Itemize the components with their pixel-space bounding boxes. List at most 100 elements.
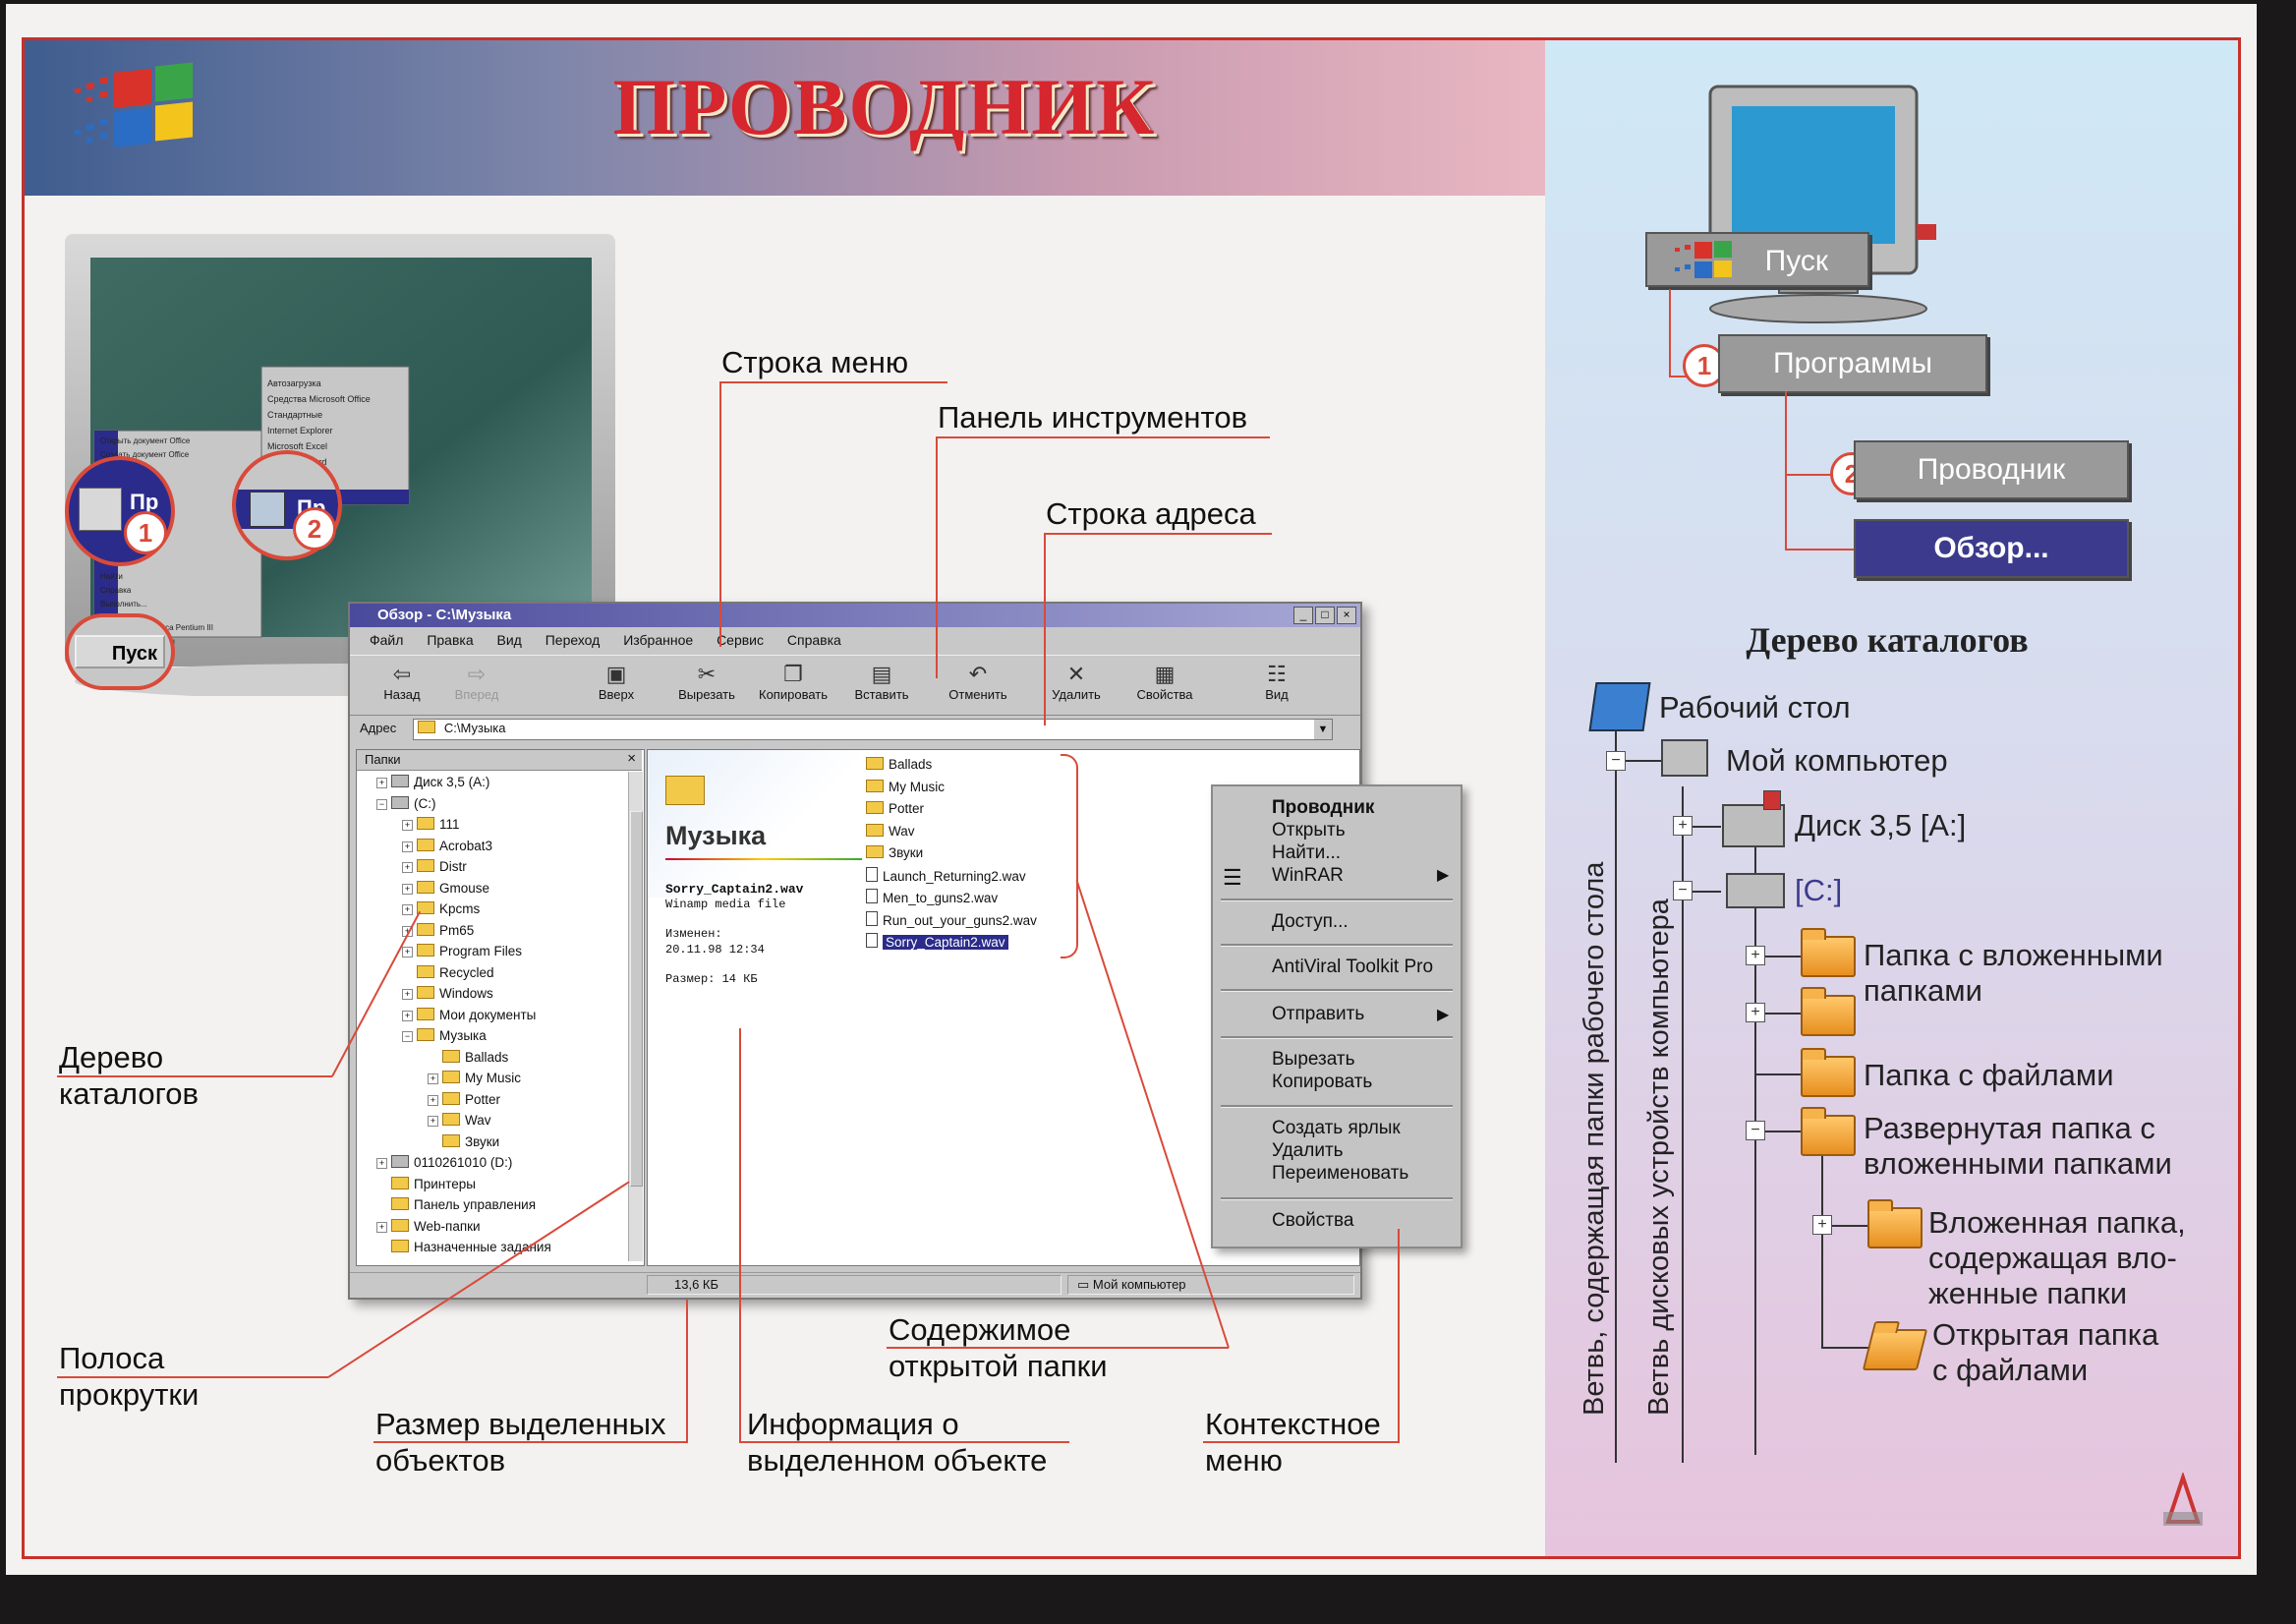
tree-item[interactable]: + Wav [428,1112,491,1130]
tree-item[interactable]: − (C:) [376,795,436,813]
address-label: Адрес [360,721,397,735]
collapse-icon[interactable]: − [1673,881,1693,900]
expand-icon[interactable]: + [402,862,413,873]
status-size: 13,6 КБ [674,1277,719,1292]
title-bar[interactable]: Обзор - C:\Музыка _ □ × [350,604,1360,627]
ctx-antiviral[interactable]: AntiViral Toolkit Pro [1272,956,1433,978]
address-dropdown-icon[interactable]: ▼ [1314,720,1332,739]
browse-menu-item[interactable]: Обзор... [1854,519,2129,578]
tree-item[interactable]: Панель управления [376,1196,536,1214]
expand-icon[interactable]: + [1746,1003,1765,1022]
expand-icon[interactable]: + [376,778,387,788]
ctx-delete[interactable]: Удалить [1272,1139,1344,1162]
collapse-icon[interactable]: − [376,798,387,810]
ctx-open[interactable]: Открыть [1272,819,1346,841]
tree-item[interactable]: + Windows [402,985,493,1003]
tree-nested-2: содержащая вло- [1928,1241,2177,1275]
file-list-item[interactable]: Wav [866,823,915,841]
tree-item[interactable]: Ballads [428,1049,508,1067]
tree-item[interactable]: + Distr [402,858,467,876]
tree-item[interactable]: Принтеры [376,1176,476,1193]
ctx-sharing[interactable]: Доступ... [1272,910,1349,933]
undo-button[interactable]: ↶ Отменить [940,662,1016,702]
menu-file[interactable]: Файл [370,627,403,653]
tree-item[interactable]: + My Music [428,1070,521,1087]
tree-item[interactable]: + Potter [428,1091,500,1109]
ctx-rename[interactable]: Переименовать [1272,1162,1408,1185]
tree-item[interactable]: − Музыка [402,1027,487,1045]
tree-scrollbar[interactable] [628,772,643,1261]
maximize-button[interactable]: □ [1315,607,1335,624]
scrollbar-thumb[interactable] [630,811,643,1187]
file-list-item[interactable]: Звуки [866,844,923,862]
tree-item[interactable]: + Gmouse [402,880,489,898]
ctx-explorer[interactable]: Проводник [1272,796,1374,819]
tree-item[interactable]: + Acrobat3 [402,838,492,855]
forward-button[interactable]: ⇨ Вперед [438,662,515,702]
expand-icon[interactable]: + [402,989,413,1000]
menu-favorites[interactable]: Избранное [623,627,693,653]
cut-button[interactable]: ✂ Вырезать [668,662,745,702]
file-list-item[interactable]: Sorry_Captain2.wav [866,933,1008,952]
menu-view[interactable]: Вид [497,627,522,653]
ctx-properties[interactable]: Свойства [1272,1209,1353,1232]
close-button[interactable]: × [1337,607,1356,624]
programs-menu-item[interactable]: Программы [1718,334,1987,393]
expand-icon[interactable]: + [402,841,413,852]
folder-icon [417,859,434,872]
file-list-item[interactable]: Ballads [866,756,932,774]
tree-item[interactable]: + Диск 3,5 (A:) [376,774,489,791]
ctx-winrar[interactable]: WinRAR [1272,864,1344,887]
expand-icon[interactable]: + [402,947,413,957]
delete-button[interactable]: ✕ Удалить [1038,662,1115,702]
file-list-item[interactable]: Launch_Returning2.wav [866,866,1026,886]
ctx-send-to[interactable]: Отправить [1272,1003,1364,1025]
file-list-item[interactable]: Run_out_your_guns2.wav [866,910,1037,930]
file-list-item[interactable]: Potter [866,800,924,818]
paste-button[interactable]: ▤ Вставить [843,662,920,702]
expand-icon[interactable]: + [1673,816,1693,836]
up-button[interactable]: ▣ Вверх [578,662,655,702]
tree-desktop: Рабочий стол [1659,690,1851,725]
folder-icon [1801,987,1856,1036]
expand-icon[interactable]: + [1746,946,1765,965]
view-button[interactable]: ☷ Вид [1238,662,1315,702]
tree-item[interactable]: Звуки [428,1133,499,1151]
ctx-copy[interactable]: Копировать [1272,1071,1372,1093]
back-button[interactable]: ⇦ Назад [364,662,440,702]
close-pane-icon[interactable]: × [627,750,636,767]
tree-item[interactable]: Recycled [402,964,494,982]
expand-icon[interactable]: + [428,1073,438,1084]
expand-icon[interactable]: + [402,1010,413,1021]
menu-help[interactable]: Справка [787,627,841,653]
minimize-button[interactable]: _ [1293,607,1313,624]
properties-button[interactable]: ▦ Свойства [1126,662,1203,702]
tree-item[interactable]: + Program Files [402,943,522,960]
tree-item[interactable]: + Kpcms [402,900,480,918]
ctx-find[interactable]: Найти... [1272,841,1341,864]
menu-edit[interactable]: Правка [427,627,473,653]
file-list-item[interactable]: Men_to_guns2.wav [866,889,998,907]
expand-icon[interactable]: + [402,820,413,831]
tree-item[interactable]: + Web-папки [376,1218,481,1236]
tree-item[interactable]: +0110261010 (D:) [376,1154,512,1172]
collapse-icon[interactable]: − [1746,1121,1765,1140]
expand-icon[interactable]: + [428,1116,438,1127]
expand-icon[interactable]: + [1812,1215,1832,1235]
expand-icon[interactable]: + [376,1158,387,1169]
expand-icon[interactable]: + [402,904,413,915]
ctx-create-shortcut[interactable]: Создать ярлык [1272,1117,1401,1139]
file-list-item[interactable]: My Music [866,779,945,796]
collapse-icon[interactable]: − [402,1031,413,1042]
address-input[interactable]: C:\Музыка ▼ [413,719,1333,740]
tree-item[interactable]: + Мои документы [402,1007,536,1024]
menu-go[interactable]: Переход [545,627,601,653]
ctx-cut[interactable]: Вырезать [1272,1048,1355,1071]
expand-icon[interactable]: + [402,883,413,895]
copy-button[interactable]: ❐ Копировать [755,662,832,702]
menu-tools[interactable]: Сервис [717,627,764,653]
explorer-menu-item[interactable]: Проводник [1854,440,2129,499]
tree-item[interactable]: +111 [402,816,460,834]
expand-icon[interactable]: + [428,1094,438,1106]
expand-icon[interactable]: + [376,1221,387,1233]
